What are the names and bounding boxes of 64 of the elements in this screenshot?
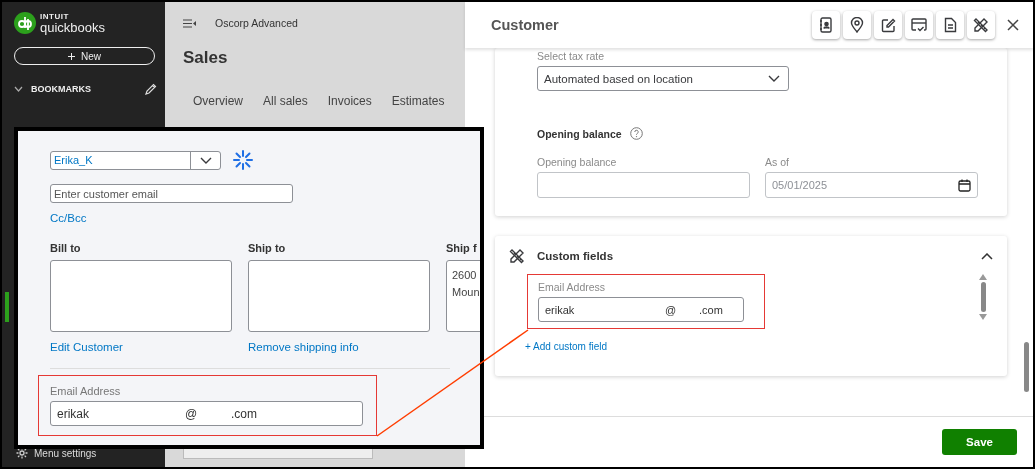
- close-icon: [1007, 19, 1019, 31]
- pencil-ruler-icon: [509, 248, 525, 264]
- toolbar-button[interactable]: [936, 11, 964, 39]
- chevron-down-icon: [199, 156, 212, 164]
- tab[interactable]: Overview: [183, 90, 253, 116]
- edit-customer-link[interactable]: Edit Customer: [50, 341, 123, 353]
- ship-to-field[interactable]: [248, 260, 430, 332]
- ship-to-label: Ship to: [248, 242, 287, 254]
- sparkle-icon[interactable]: [233, 150, 253, 170]
- bookmarks-heading: BOOKMARKS: [31, 84, 91, 94]
- customer-select[interactable]: Erika_K: [50, 150, 221, 170]
- help-icon[interactable]: [629, 127, 643, 140]
- chevron-down-icon[interactable]: [14, 86, 23, 92]
- tab[interactable]: All sales: [253, 90, 318, 116]
- toolbar-button[interactable]: [812, 11, 840, 39]
- tax-rate-label: Select tax rate: [537, 50, 606, 62]
- menu-settings-link[interactable]: Menu settings: [34, 447, 97, 459]
- remove-shipping-link[interactable]: Remove shipping info: [248, 341, 359, 353]
- active-item-indicator: [5, 292, 9, 322]
- card-check-icon: [911, 18, 927, 32]
- email-field[interactable]: erikak @ .com: [50, 401, 363, 426]
- address-book-icon: [819, 17, 833, 33]
- chevron-up-icon[interactable]: [981, 252, 993, 260]
- opening-balance-field[interactable]: [537, 172, 750, 198]
- ship-from-label: Ship f: [446, 242, 478, 254]
- plus-icon: [68, 52, 75, 60]
- add-custom-field-link[interactable]: + Add custom field: [525, 341, 607, 352]
- bill-to-field[interactable]: [50, 260, 232, 332]
- brand-tagline: INTUIT: [40, 12, 70, 21]
- toolbar-button[interactable]: [874, 11, 902, 39]
- save-button[interactable]: Save: [942, 429, 1017, 455]
- menu-collapse-icon[interactable]: [183, 18, 197, 28]
- brand-name: quickbooks: [40, 21, 106, 34]
- scroll-down-arrow-icon[interactable]: [979, 314, 987, 320]
- bill-to-label: Bill to: [50, 242, 82, 254]
- toolbar-button[interactable]: [905, 11, 933, 39]
- section-heading: Custom fields: [537, 250, 614, 262]
- calendar-icon[interactable]: [958, 178, 971, 192]
- drawer-title: Customer: [491, 17, 560, 33]
- field-label: Email Address: [538, 281, 607, 293]
- section-heading: Opening balance: [537, 127, 622, 140]
- cc-bcc-link[interactable]: Cc/Bcc: [50, 212, 87, 224]
- field-label: As of: [765, 156, 790, 168]
- field-label: Email Address: [50, 385, 122, 397]
- scroll-up-arrow-icon[interactable]: [979, 274, 987, 280]
- logo-icon: [14, 12, 36, 34]
- settings-icon[interactable]: [16, 447, 28, 459]
- field-label: Opening balance: [537, 156, 618, 168]
- edit-icon: [880, 17, 896, 33]
- email-input-field[interactable]: Enter customer email: [50, 184, 293, 203]
- company-name: Oscorp Advanced: [215, 17, 298, 29]
- page-title: Sales: [183, 48, 229, 68]
- pencil-icon[interactable]: [145, 83, 157, 95]
- tab[interactable]: Invoices: [317, 90, 382, 116]
- document-icon: [943, 17, 957, 33]
- tab[interactable]: Estimates: [381, 90, 455, 116]
- toolbar-button[interactable]: [967, 11, 995, 39]
- tax-rate-select[interactable]: Automated based on location: [537, 66, 789, 91]
- chevron-down-icon: [768, 75, 780, 82]
- location-pin-icon: [850, 17, 864, 33]
- pencil-ruler-icon: [973, 17, 989, 33]
- email-field[interactable]: erikak @ .com: [538, 297, 744, 322]
- ship-from-address: 2600 Moun: [446, 260, 480, 332]
- toolbar-button[interactable]: [843, 11, 871, 39]
